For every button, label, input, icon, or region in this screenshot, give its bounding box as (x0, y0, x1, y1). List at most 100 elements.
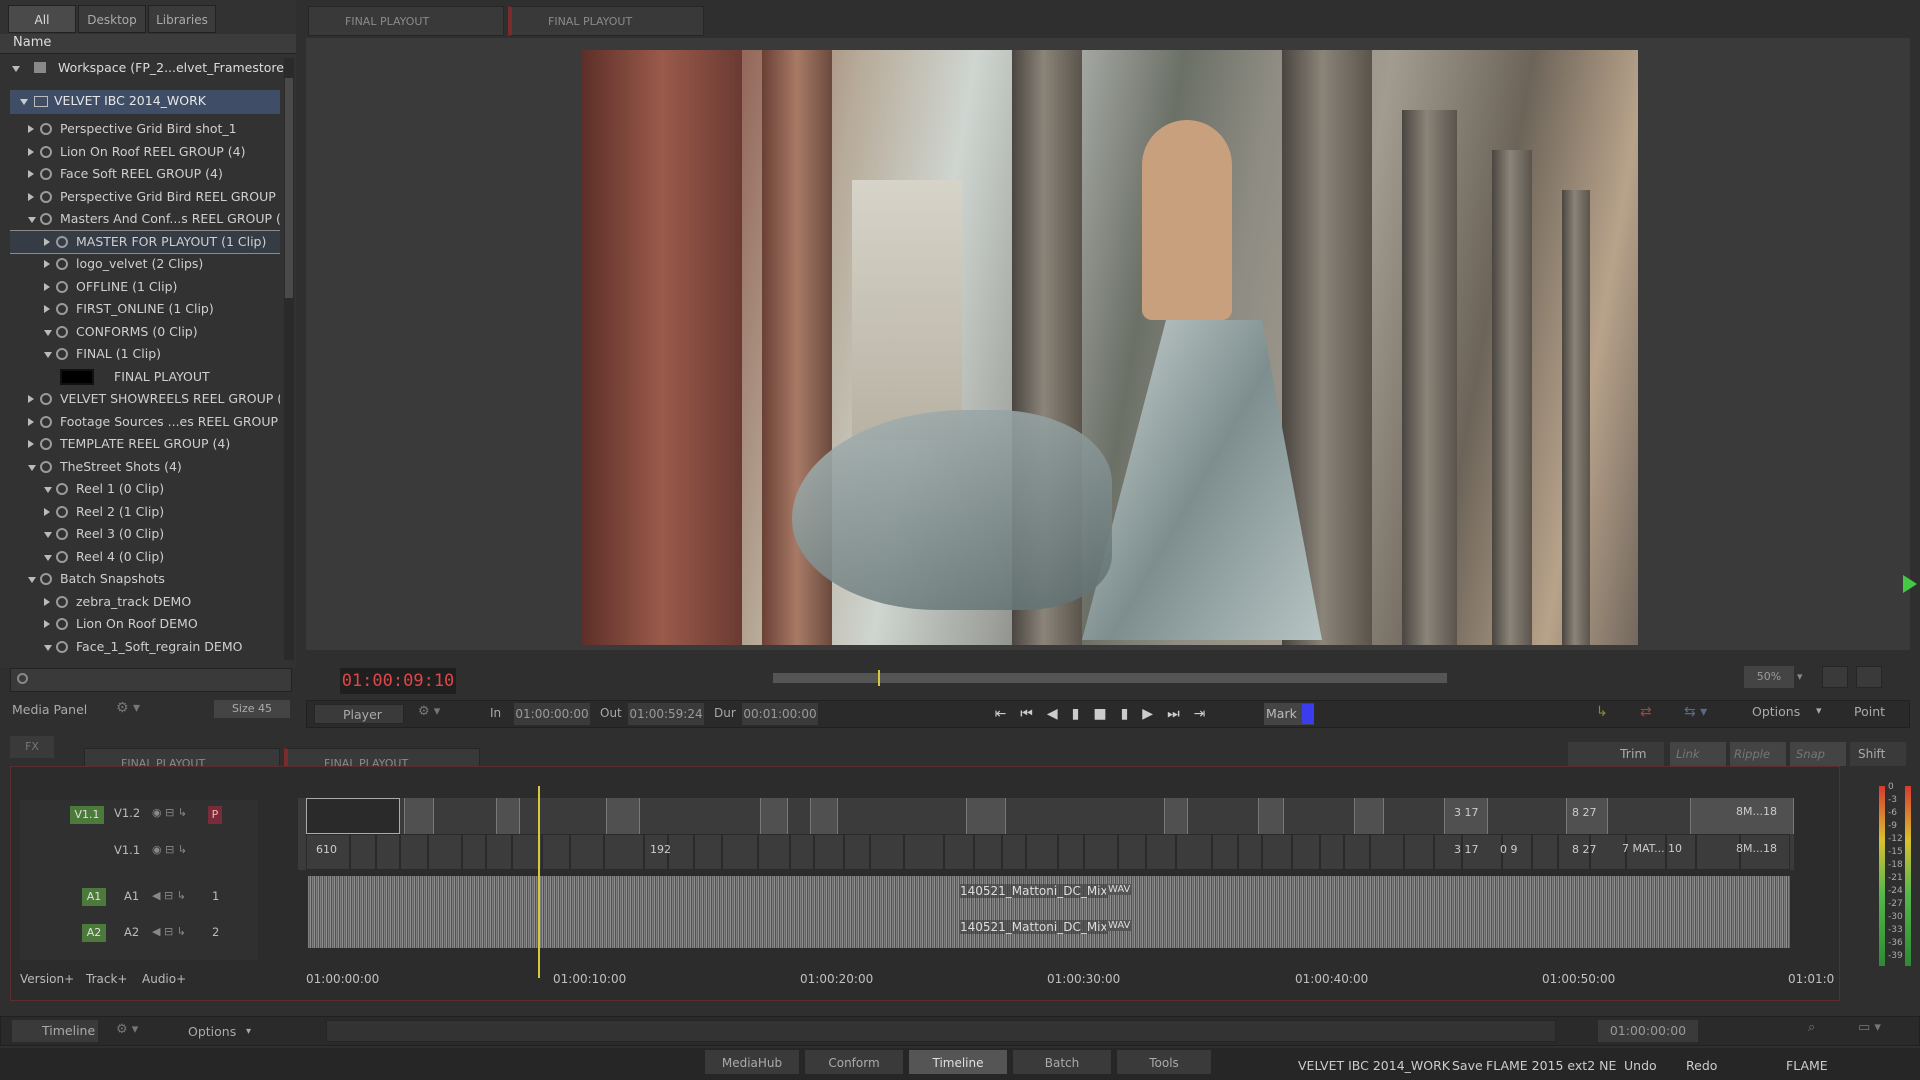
fx-button[interactable]: FX (10, 736, 54, 758)
video-clip[interactable] (810, 798, 838, 834)
link-toggle[interactable]: Link (1670, 742, 1726, 766)
track-v1-2-icons[interactable]: ◉ ⊟ ↳ (152, 806, 212, 824)
timeline-scrollbar[interactable] (326, 1020, 1556, 1042)
video-clip[interactable] (904, 834, 944, 870)
timeline-playhead[interactable] (538, 786, 540, 978)
track-a2-patch[interactable]: A2 (82, 924, 106, 942)
redo-button[interactable]: Redo (1686, 1058, 1717, 1073)
video-clip[interactable] (1320, 834, 1344, 870)
gear-icon[interactable]: ⚙ ▾ (116, 700, 152, 718)
tree-item[interactable]: FINAL (1 Clip) (10, 343, 280, 365)
zoom-icon[interactable]: ⌕ (1808, 1020, 1834, 1042)
tree-item[interactable]: CONFORMS (0 Clip) (10, 321, 280, 343)
video-clip[interactable] (404, 798, 434, 834)
zoom-dropdown[interactable]: ▾ (1797, 670, 1803, 683)
viewer-scrubber[interactable] (773, 673, 1447, 683)
size-slider[interactable]: Size 45 (214, 700, 290, 718)
chevron-down-icon[interactable] (44, 352, 52, 358)
viewer-image[interactable] (582, 50, 1638, 645)
chevron-right-icon[interactable] (44, 507, 50, 516)
video-clip[interactable] (1370, 834, 1404, 870)
video-clip[interactable] (606, 798, 640, 834)
tree-item[interactable]: Face Soft REEL GROUP (4) (10, 163, 280, 185)
chevron-down-icon[interactable] (28, 464, 36, 471)
workspace-row[interactable]: Workspace (FP_2...elvet_Framestore) (12, 60, 289, 75)
chevron-down-icon[interactable] (12, 66, 20, 72)
video-clip[interactable] (1238, 834, 1262, 870)
tree-item[interactable]: FINAL PLAYOUT (10, 366, 280, 388)
name-column-header[interactable]: Name (13, 35, 51, 50)
version-add-button[interactable]: Version+ (20, 972, 74, 986)
ripple-toggle[interactable]: Ripple (1730, 742, 1786, 766)
snap-toggle[interactable]: Snap (1790, 742, 1846, 766)
library-row[interactable]: VELVET IBC 2014_WORK (10, 90, 280, 114)
chevron-right-icon[interactable] (28, 417, 34, 426)
video-clip[interactable] (1258, 798, 1284, 834)
tab-batch[interactable]: Batch (1012, 1049, 1112, 1075)
tree-item[interactable]: Footage Sources ...es REEL GROUP (4) (10, 411, 280, 433)
tab-libraries[interactable]: Libraries (148, 5, 216, 33)
tree-item[interactable]: OFFLINE (1 Clip) (10, 276, 280, 298)
chevron-right-icon[interactable] (44, 282, 50, 291)
tab-all[interactable]: All (8, 5, 76, 33)
video-clip[interactable] (486, 834, 512, 870)
track-v1-1-patch[interactable]: V1.1 (70, 806, 104, 824)
video-clip[interactable] (376, 834, 400, 870)
tree-item[interactable]: Reel 1 (0 Clip) (10, 478, 280, 500)
video-clip[interactable] (790, 834, 814, 870)
video-clip[interactable] (496, 798, 520, 834)
transport-controls[interactable]: ⇤⏮◀▮■▮▶⏭⇥ (980, 703, 1234, 725)
video-clip[interactable] (974, 834, 1002, 870)
chevron-right-icon[interactable] (44, 237, 50, 246)
video-clip[interactable] (1292, 834, 1320, 870)
chevron-right-icon[interactable] (28, 147, 34, 156)
video-clip[interactable] (1146, 834, 1176, 870)
video-clip[interactable] (428, 834, 462, 870)
tab-desktop[interactable]: Desktop (78, 5, 146, 33)
chevron-right-icon[interactable] (44, 597, 50, 606)
video-clip[interactable] (1262, 834, 1292, 870)
tab-tools[interactable]: Tools (1116, 1049, 1212, 1075)
mark-color-swatch[interactable] (1302, 704, 1314, 724)
video-clip[interactable] (760, 798, 788, 834)
point-button[interactable]: Point (1842, 704, 1885, 719)
video-clip[interactable] (1532, 834, 1558, 870)
out-timecode[interactable]: 01:00:59:24 (628, 703, 704, 725)
viewer-tab-2[interactable]: FINAL PLAYOUT (508, 6, 704, 36)
track-add-button[interactable]: Track+ (86, 972, 127, 986)
display-icon[interactable]: ⇆ ▾ (1684, 704, 1724, 724)
shift-toggle[interactable]: Shift (1850, 742, 1906, 766)
current-timecode[interactable]: 01:00:09:10 (340, 668, 456, 694)
video-clip[interactable] (1344, 834, 1370, 870)
track-a1-patch[interactable]: A1 (82, 888, 106, 906)
video-clip[interactable] (306, 798, 400, 834)
tree-item[interactable]: Lion On Roof DEMO (10, 613, 280, 635)
media-panel-menu[interactable]: Media Panel (12, 702, 87, 717)
video-clip[interactable] (1058, 834, 1084, 870)
video-clip[interactable] (462, 834, 486, 870)
tree-item[interactable]: VELVET SHOWREELS REEL GROUP (3) (10, 388, 280, 410)
chevron-right-icon[interactable] (28, 395, 34, 403)
playhead-marker[interactable] (878, 670, 880, 686)
chevron-right-icon[interactable] (28, 170, 34, 178)
search-input[interactable] (10, 668, 292, 692)
tree-item[interactable]: Batch Snapshots (10, 568, 280, 590)
video-clip[interactable] (542, 834, 570, 870)
tree-item[interactable]: logo_velvet (2 Clips) (10, 253, 280, 275)
track-primary-toggle[interactable]: P (208, 806, 222, 824)
tree-item[interactable]: Perspective Grid Bird REEL GROUP (6) (10, 186, 280, 208)
app-menu[interactable]: FLAME (1786, 1058, 1828, 1073)
timeline-gear-icon[interactable]: ⚙ ▾ (116, 1022, 138, 1037)
tree-item[interactable]: Masters And Conf...s REEL GROUP (6) (10, 208, 280, 230)
fullscreen-icon[interactable] (1856, 666, 1882, 688)
tab-timeline[interactable]: Timeline (908, 1049, 1008, 1075)
video-clip[interactable] (570, 834, 604, 870)
video-clip[interactable] (1002, 834, 1026, 870)
chevron-down-icon[interactable] (28, 577, 36, 583)
chevron-down-icon[interactable] (28, 217, 36, 223)
track-a1-icons[interactable]: ◀ ⊟ ↳ (152, 889, 186, 902)
tree-item[interactable]: TEMPLATE REEL GROUP (4) (10, 433, 280, 455)
video-clip[interactable] (844, 834, 870, 870)
zoom-field[interactable]: 50% (1744, 666, 1794, 688)
video-clip[interactable] (758, 834, 790, 870)
